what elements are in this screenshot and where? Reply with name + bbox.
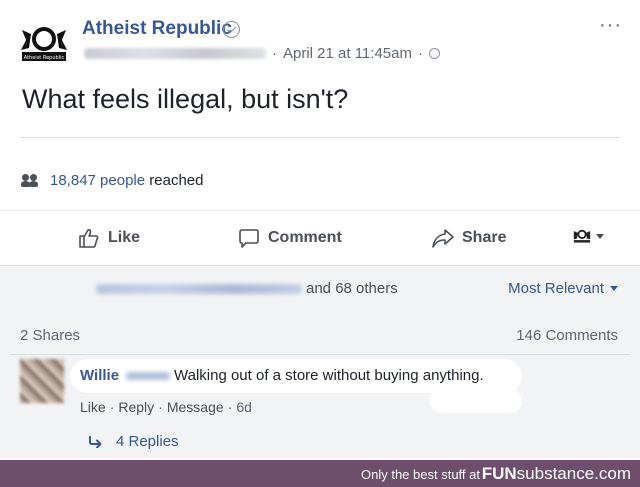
comment-actions: Like · Reply · Message · 6d [80, 399, 252, 415]
like-button[interactable]: Like [78, 227, 140, 249]
page-avatar-icon [573, 229, 591, 243]
reply-arrow-icon [89, 435, 102, 448]
reach-count-link[interactable]: 18,847 people [50, 172, 145, 189]
chevron-down-icon [610, 286, 618, 291]
atheist-republic-logo[interactable]: Atheist Republic [18, 22, 70, 64]
divider [20, 137, 620, 138]
post-as-selector[interactable] [572, 227, 604, 245]
post-text: What feels illegal, but isn't? [22, 84, 349, 114]
footer-brand: FUNsubstance.com [482, 464, 631, 484]
post-card: Atheist Republic Atheist Republic ··· · … [0, 0, 640, 210]
meta-separator: · [272, 45, 277, 62]
comments-section: and 68 others Most Relevant 2 Shares 146… [0, 265, 640, 458]
post-actions-bar: Like Comment Share [0, 210, 640, 265]
reach-stats: 18,847 people reached [21, 172, 204, 189]
comment-like-link[interactable]: Like [80, 399, 106, 415]
comment-bubble-extension [430, 389, 522, 413]
share-arrow-icon [432, 229, 454, 248]
comment-button[interactable]: Comment [238, 227, 342, 249]
logo-text: Atheist Republic [24, 55, 65, 61]
replies-label: 4 Replies [116, 433, 179, 450]
blurred-commenter-surname [126, 372, 170, 380]
comment-bubble-icon [239, 229, 259, 248]
globe-icon[interactable] [428, 48, 440, 59]
footer-brand-substance: substance.com [516, 464, 631, 483]
comment-reply-link[interactable]: Reply [118, 399, 154, 415]
reactors-summary[interactable]: and 68 others [96, 280, 398, 297]
comment-label: Comment [268, 229, 342, 246]
share-label: Share [462, 229, 507, 246]
footer-tagline: Only the best stuff at [361, 467, 480, 482]
comment-action-separator: · [227, 399, 233, 415]
commenter-avatar[interactable] [20, 359, 64, 403]
comment-text: Walking out of a store without buying an… [174, 367, 484, 384]
meta-separator: · [417, 45, 423, 62]
reach-suffix: reached [149, 172, 204, 189]
post-timestamp[interactable]: April 21 at 11:45am [283, 45, 412, 62]
comments-count[interactable]: 146 Comments [516, 327, 618, 344]
watermark-footer: Only the best stuff at FUNsubstance.com [0, 458, 640, 487]
shares-count[interactable]: 2 Shares [20, 327, 80, 344]
sort-label: Most Relevant [508, 280, 604, 297]
comment-message-link[interactable]: Message [167, 399, 224, 415]
reactors-others: and 68 others [306, 280, 398, 297]
more-options-icon[interactable]: ··· [599, 14, 622, 37]
divider [10, 354, 630, 355]
blurred-publisher-name [84, 48, 266, 59]
page-name-link[interactable]: Atheist Republic [82, 18, 232, 40]
comment-sort-dropdown[interactable]: Most Relevant [508, 280, 618, 297]
comment-action-separator: · [158, 399, 163, 415]
comment-age[interactable]: 6d [236, 399, 252, 415]
chevron-down-icon [596, 233, 604, 239]
share-button[interactable]: Share [432, 227, 506, 249]
blurred-reactor-names [96, 283, 302, 294]
verified-icon [223, 21, 240, 38]
footer-brand-fun: FUN [481, 464, 517, 483]
commenter-name-link[interactable]: Willie [80, 367, 119, 384]
like-label: Like [108, 229, 141, 246]
thumbs-up-icon [79, 228, 99, 248]
comment-action-separator: · [109, 399, 115, 415]
post-meta: · April 21 at 11:45am · [84, 45, 440, 62]
view-replies-link[interactable]: 4 Replies [88, 433, 179, 450]
people-icon [21, 173, 40, 188]
